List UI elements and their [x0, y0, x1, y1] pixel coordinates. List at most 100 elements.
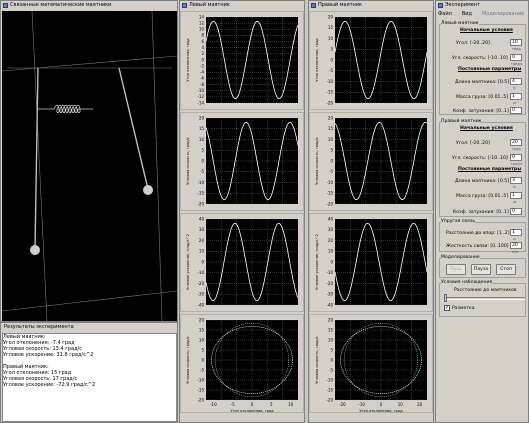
right-params-group-label: Правый маятник: [441, 119, 482, 124]
menu-modeling[interactable]: Моделирование: [481, 11, 525, 20]
y-tick-label: 20: [199, 238, 205, 243]
right-plot-panel: 20151050-5-10-15-20Угловая скорость, гра…: [309, 314, 433, 413]
right-damping-input[interactable]: 0: [510, 208, 522, 215]
y-axis-label: Угловая скорость, град/с: [315, 336, 319, 384]
x-tick-label: 0: [251, 402, 254, 407]
animation-window-title: Связанные математические маятники: [1, 1, 177, 10]
y-axis-label: Угол отклонения, град: [315, 38, 319, 82]
x-tick-label: -20: [339, 402, 346, 407]
right-pendulum-bob[interactable]: [143, 185, 153, 195]
y-tick-label: 20: [199, 115, 205, 120]
left-speed-input[interactable]: 0: [510, 54, 522, 61]
right-damping-label: Коэф. затухания: [0..1]: [453, 210, 509, 215]
menu-bar: Файл Вид Моделирование: [437, 11, 525, 20]
y-tick-label: 10: [328, 36, 334, 41]
y-tick-label: -5: [200, 367, 204, 372]
y-tick-label: -14: [197, 100, 204, 105]
left-plot-panel: 14121086420-2-4-6-8-10-12-14Угол отклоне…: [180, 11, 304, 110]
results-title: Результаты эксперимента: [1, 323, 177, 332]
left-window-title-text: Левый маятник: [189, 2, 230, 8]
window-app-icon: [438, 3, 443, 8]
right-window-title-text: Правый маятник: [318, 2, 363, 8]
y-tick-label: 15: [199, 327, 205, 332]
y-axis-label: Угловое ускорение, град/с^2: [315, 234, 319, 290]
right-mass-input[interactable]: 1: [510, 192, 522, 199]
distance-input[interactable]: 1: [510, 229, 522, 236]
left-mass-input[interactable]: 1: [510, 93, 522, 100]
y-tick-label: -20: [326, 281, 333, 286]
left-damping-label: Коэф. затухания: [0..1]: [453, 109, 509, 114]
left-damping-input[interactable]: 0: [510, 107, 522, 114]
left-speed-unit: град/с: [511, 62, 523, 66]
grid-checkbox[interactable]: ✓: [444, 305, 450, 311]
right-speed-input[interactable]: 0: [510, 154, 522, 161]
spring-params-group-label: Упругая связь: [441, 219, 476, 224]
y-axis-label: Угловая скорость, град/с: [315, 137, 319, 185]
right-plot-panel: 20151050-5-10-15-20Угловая скорость, гра…: [309, 112, 433, 211]
x-axis-label: Угол отклонения, град: [230, 409, 274, 413]
y-tick-label: -15: [326, 191, 333, 196]
right-angle-unit: град: [512, 147, 521, 151]
distance-to-pendulums-label: Расстояние до маятников: [454, 288, 517, 293]
menu-view[interactable]: Вид: [461, 11, 473, 20]
start-button[interactable]: Пуск: [446, 264, 466, 275]
y-tick-label: 14: [199, 14, 205, 19]
left-plot-panel: 20151050-5-10-15-20Угловая скорость, гра…: [180, 314, 304, 413]
right-mass-unit: кг: [513, 200, 517, 204]
distance-slider-track[interactable]: [445, 297, 525, 300]
left-params-group-label: Левый маятник: [441, 21, 479, 26]
left-mass-unit: кг: [513, 101, 517, 105]
right-plot-panel: 403020100-10-20-30-40Угловое ускорение, …: [309, 213, 433, 312]
left-length-label: Длина маятника: [0.5]: [455, 80, 509, 85]
pendulum-animation-canvas[interactable]: [1, 10, 178, 322]
right-speed-label: Угл. скорость: [-10..10]: [452, 156, 508, 161]
right-length-unit: м: [513, 185, 516, 189]
y-tick-label: 12: [199, 20, 205, 25]
y-tick-label: -15: [326, 90, 333, 95]
left-pendulum-rod: [34, 67, 39, 250]
left-mass-label: Масса груза: [0.01..5]: [456, 95, 509, 100]
coupling-spring: [53, 104, 93, 114]
window-app-icon: [182, 3, 187, 8]
y-tick-label: -5: [200, 169, 204, 174]
right-length-input[interactable]: 3: [510, 177, 522, 184]
right-angle-input[interactable]: 20: [510, 139, 522, 146]
menu-file[interactable]: Файл: [437, 11, 453, 20]
y-tick-label: 20: [328, 115, 334, 120]
left-constants-heading: Постоянные параметры: [458, 67, 522, 72]
pause-button[interactable]: Пауза: [471, 264, 491, 275]
right-pendulum-window-title: Правый маятник: [309, 1, 433, 10]
stop-button[interactable]: Стоп: [496, 264, 516, 275]
results-line: Угловое ускорение: -72.9 град/с^2: [3, 382, 96, 388]
y-tick-label: -10: [326, 377, 333, 382]
perspective-line-bottom: [1, 290, 178, 312]
y-tick-label: 10: [199, 249, 205, 254]
left-length-input[interactable]: 4: [510, 78, 522, 85]
y-tick-label: 15: [328, 126, 334, 131]
left-pendulum-bob[interactable]: [30, 245, 40, 255]
y-tick-label: -10: [326, 79, 333, 84]
y-tick-label: -5: [329, 169, 333, 174]
y-tick-label: 30: [199, 227, 205, 232]
y-tick-label: -15: [197, 387, 204, 392]
y-tick-label: -5: [329, 367, 333, 372]
x-tick-label: -5: [231, 402, 235, 407]
right-constants-heading: Постоянные параметры: [458, 167, 522, 172]
stiffness-label: Жесткость связи: [0..100]: [446, 244, 509, 249]
stiffness-input[interactable]: 20: [510, 242, 522, 249]
y-tick-label: 30: [328, 227, 334, 232]
x-tick-label: -10: [210, 402, 217, 407]
left-angle-input[interactable]: 10: [510, 39, 522, 46]
left-pendulum-window-title: Левый маятник: [180, 1, 304, 10]
y-tick-label: -8: [200, 82, 204, 87]
distance-slider-thumb[interactable]: [444, 294, 447, 302]
y-axis-label: Угловая скорость, град/с: [186, 137, 190, 185]
y-tick-label: -2: [200, 63, 204, 68]
x-tick-label: -10: [358, 402, 365, 407]
grid-checkbox-label: Разметка: [452, 306, 475, 311]
x-tick-label: 10: [398, 402, 404, 407]
y-tick-label: 15: [199, 126, 205, 131]
y-tick-label: -10: [197, 88, 204, 93]
y-axis-label: Угол отклонения, град: [186, 38, 190, 82]
right-initial-conditions-heading: Начальные условия: [460, 126, 513, 131]
